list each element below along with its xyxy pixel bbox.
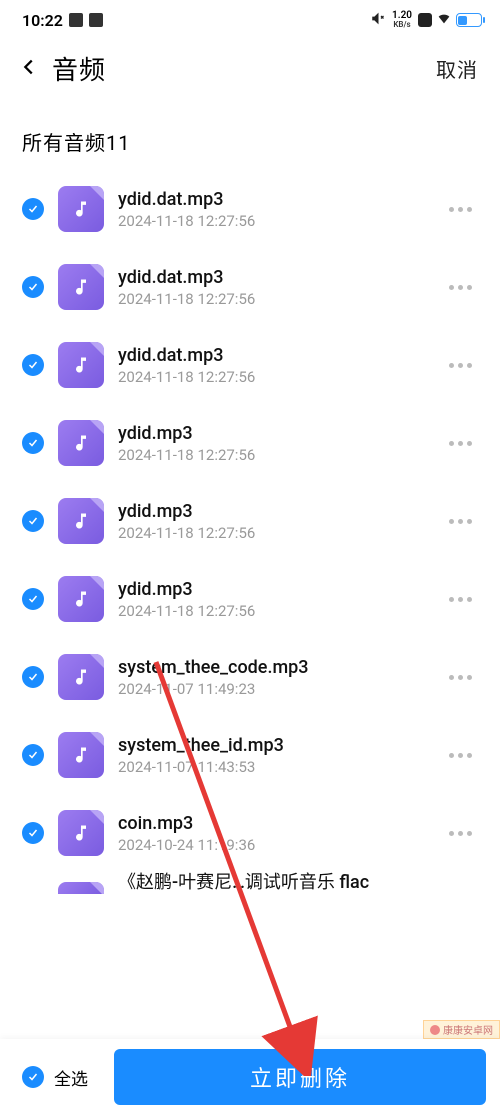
file-name: system_thee_code.mp3	[118, 657, 429, 678]
audio-file-icon	[58, 264, 104, 310]
list-item[interactable]: coin.mp3 2024-10-24 11:19:36	[22, 794, 478, 872]
bottom-toolbar: 全选 立即删除	[0, 1039, 500, 1115]
wifi-icon	[436, 10, 452, 30]
audio-file-icon	[58, 420, 104, 466]
status-bar: 10:22 1.20 KB/s	[0, 0, 500, 40]
checkbox-checked[interactable]	[22, 354, 44, 376]
battery-icon	[456, 13, 482, 27]
file-timestamp: 2024-11-07 11:43:53	[118, 758, 429, 776]
checkbox-checked[interactable]	[22, 510, 44, 532]
file-name: ydid.dat.mp3	[118, 189, 429, 210]
file-timestamp: 2024-11-18 12:27:56	[118, 212, 429, 230]
clock: 10:22	[22, 11, 63, 30]
audio-file-icon	[58, 342, 104, 388]
app-icon	[418, 13, 432, 27]
list-item[interactable]: ydid.dat.mp3 2024-11-18 12:27:56	[22, 326, 478, 404]
list-item[interactable]: system_thee_code.mp3 2024-11-07 11:49:23	[22, 638, 478, 716]
file-name: system_thee_id.mp3	[118, 735, 429, 756]
list-item[interactable]: ydid.mp3 2024-11-18 12:27:56	[22, 560, 478, 638]
file-timestamp: 2024-11-18 12:27:56	[118, 602, 429, 620]
select-all-label: 全选	[54, 1065, 88, 1090]
file-name: ydid.dat.mp3	[118, 345, 429, 366]
more-button[interactable]	[443, 513, 478, 530]
section-title: 所有音频11	[0, 97, 500, 170]
notification-icon-2	[89, 13, 103, 27]
audio-file-icon	[58, 732, 104, 778]
audio-file-icon	[58, 882, 104, 894]
more-button[interactable]	[443, 201, 478, 218]
file-name: ydid.mp3	[118, 423, 429, 444]
audio-file-icon	[58, 810, 104, 856]
list-item[interactable]: system_thee_id.mp3 2024-11-07 11:43:53	[22, 716, 478, 794]
file-list: ydid.dat.mp3 2024-11-18 12:27:56 ydid.dat…	[0, 170, 500, 894]
more-button[interactable]	[443, 357, 478, 374]
checkbox-checked[interactable]	[22, 588, 44, 610]
more-button[interactable]	[443, 591, 478, 608]
network-speed: 1.20 KB/s	[392, 11, 412, 29]
audio-file-icon	[58, 498, 104, 544]
file-name: ydid.dat.mp3	[118, 267, 429, 288]
file-timestamp: 2024-11-18 12:27:56	[118, 446, 429, 464]
list-item[interactable]: ydid.dat.mp3 2024-11-18 12:27:56	[22, 170, 478, 248]
file-timestamp: 2024-11-18 12:27:56	[118, 290, 429, 308]
file-name: ydid.mp3	[118, 579, 429, 600]
checkbox-checked[interactable]	[22, 744, 44, 766]
back-button[interactable]	[12, 52, 46, 85]
file-timestamp: 2024-11-18 12:27:56	[118, 524, 429, 542]
audio-file-icon	[58, 654, 104, 700]
checkbox-checked[interactable]	[22, 432, 44, 454]
more-button[interactable]	[443, 825, 478, 842]
checkbox-checked[interactable]	[22, 198, 44, 220]
list-item[interactable]: ydid.mp3 2024-11-18 12:27:56	[22, 404, 478, 482]
file-name: coin.mp3	[118, 813, 429, 834]
file-name: 《赵鹏-叶赛尼…调试听音乐 flac	[118, 872, 478, 894]
checkbox-checked[interactable]	[22, 276, 44, 298]
list-item[interactable]: ydid.mp3 2024-11-18 12:27:56	[22, 482, 478, 560]
cancel-button[interactable]: 取消	[436, 54, 478, 83]
more-button[interactable]	[443, 747, 478, 764]
page-title: 音频	[52, 50, 106, 87]
more-button[interactable]	[443, 279, 478, 296]
checkbox-checked[interactable]	[22, 822, 44, 844]
checkbox-checked[interactable]	[22, 1066, 44, 1088]
list-item[interactable]: ydid.dat.mp3 2024-11-18 12:27:56	[22, 248, 478, 326]
audio-file-icon	[58, 186, 104, 232]
file-timestamp: 2024-11-07 11:49:23	[118, 680, 429, 698]
checkbox-checked[interactable]	[22, 666, 44, 688]
more-button[interactable]	[443, 435, 478, 452]
notification-icon-1	[69, 13, 83, 27]
audio-file-icon	[58, 576, 104, 622]
watermark-badge: 康康安卓网	[423, 1020, 500, 1039]
mute-icon	[371, 11, 386, 30]
more-button[interactable]	[443, 669, 478, 686]
select-all-button[interactable]: 全选	[14, 1065, 96, 1090]
file-name: ydid.mp3	[118, 501, 429, 522]
file-timestamp: 2024-11-18 12:27:56	[118, 368, 429, 386]
delete-now-button[interactable]: 立即删除	[114, 1049, 486, 1105]
list-item-truncated[interactable]: 《赵鹏-叶赛尼…调试听音乐 flac	[22, 872, 478, 894]
file-timestamp: 2024-10-24 11:19:36	[118, 836, 429, 854]
page-header: 音频 取消	[0, 40, 500, 97]
